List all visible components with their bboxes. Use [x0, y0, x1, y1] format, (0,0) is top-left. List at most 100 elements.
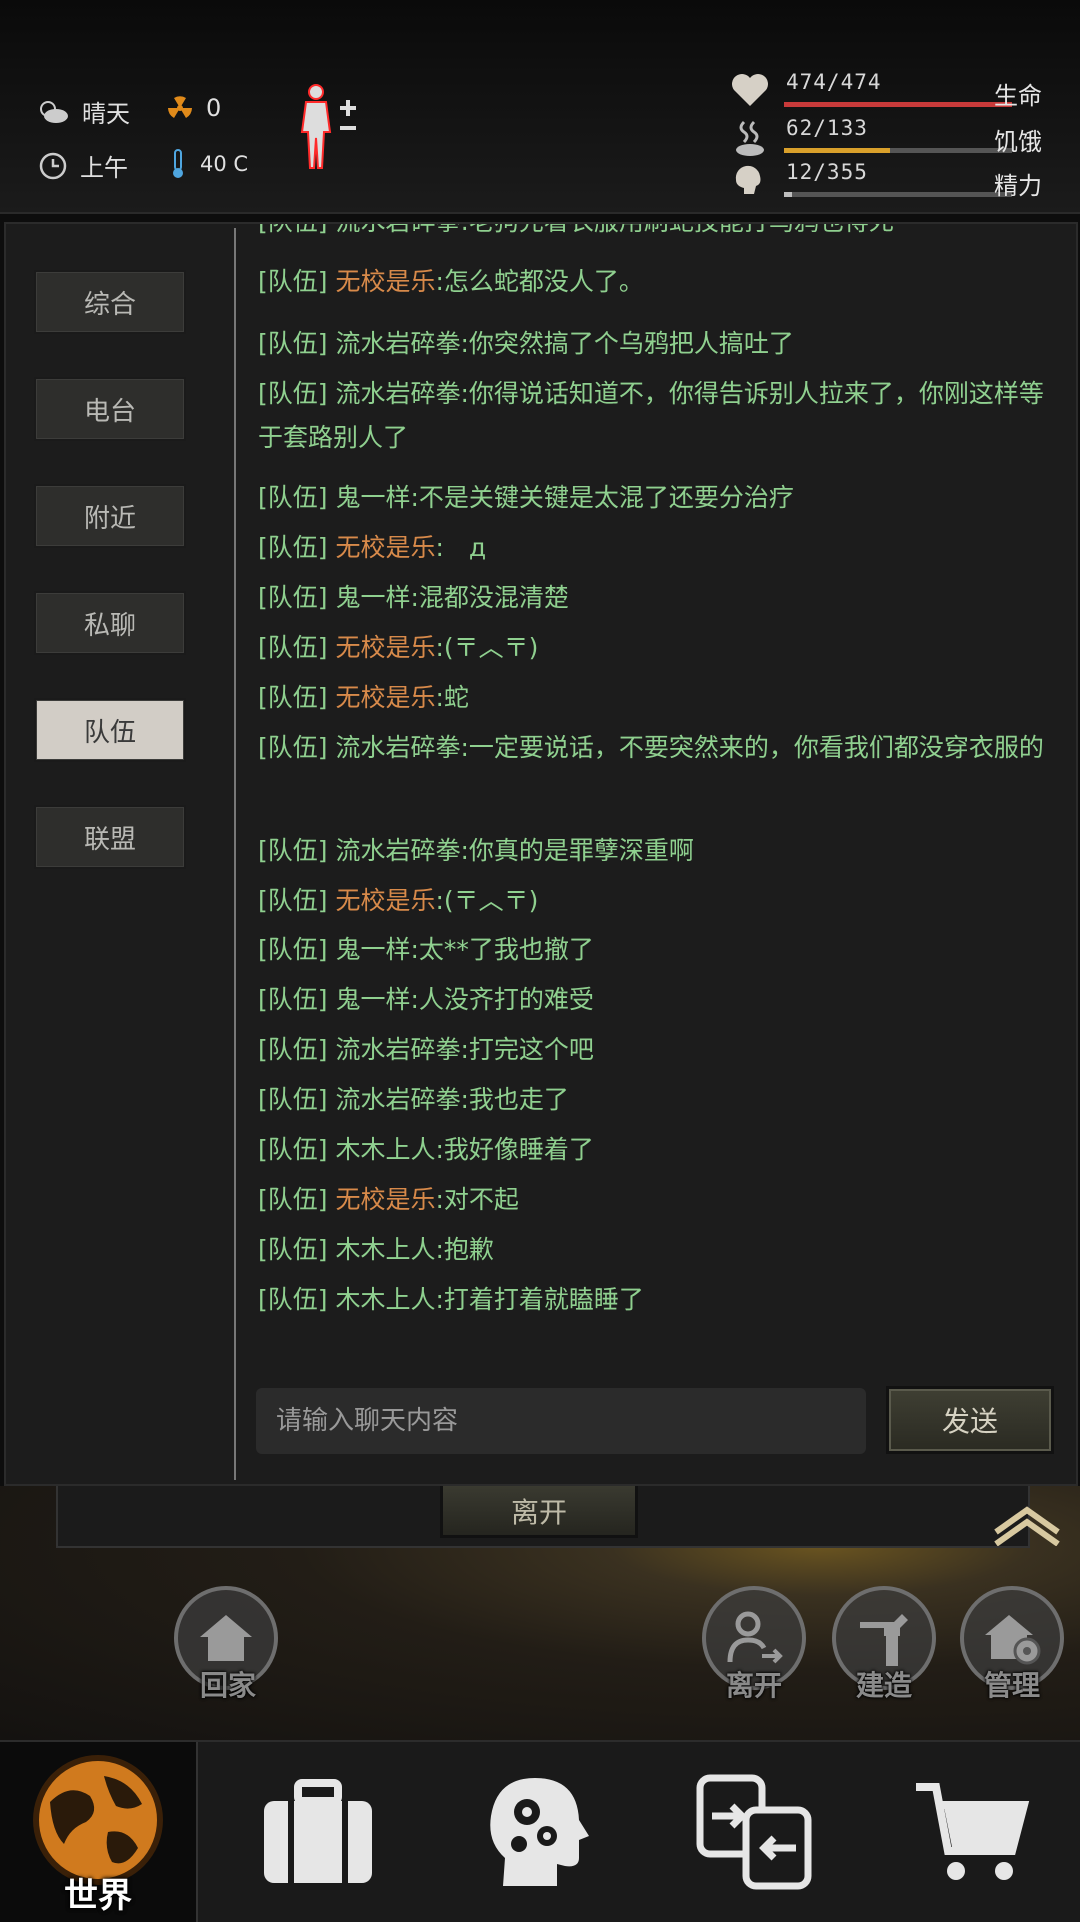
channel-tab-alliance[interactable]: 联盟 — [34, 805, 186, 869]
message-text: :混都没混清楚 — [410, 583, 569, 613]
chat-message: [队伍] 鬼一样:不是关键关键是太混了还要分治疗 — [258, 476, 1058, 520]
message-text: :我好像睡着了 — [435, 1135, 594, 1165]
cart-icon — [916, 1783, 1030, 1880]
health-fill — [784, 102, 1012, 107]
message-channel: [队伍] — [258, 733, 328, 763]
brain-icon — [735, 165, 761, 194]
message-sender[interactable]: 流水岩碎拳 — [335, 329, 460, 358]
radiation-status: 0 — [166, 94, 221, 122]
chat-message: [队伍] 流水岩碎拳:你真的是罪孽深重啊 — [258, 829, 1058, 873]
message-sender[interactable]: 无校是乐 — [335, 533, 435, 562]
health-value: 474/474 — [786, 70, 882, 94]
message-text: :打着打着就瞌睡了 — [435, 1285, 644, 1315]
energy-bar: 12/355 精力 — [730, 160, 1070, 206]
chat-message: [队伍] 无校是乐: д — [258, 526, 1058, 570]
message-channel: [队伍] — [258, 835, 328, 865]
message-channel: [队伍] — [258, 633, 328, 663]
channel-tab-nearby[interactable]: 附近 — [34, 484, 186, 548]
panel-divider — [234, 228, 236, 1480]
channel-tab-radio[interactable]: 电台 — [34, 377, 186, 441]
energy-label: 精力 — [994, 172, 1042, 200]
message-sender[interactable]: 流水岩碎拳 — [335, 733, 460, 762]
chat-message: [队伍] 无校是乐:怎么蛇都没人了。 — [258, 260, 1058, 304]
nav-tab-world[interactable]: 世界 — [0, 1742, 198, 1922]
message-channel: [队伍] — [258, 583, 328, 613]
message-channel: [队伍] — [258, 1035, 328, 1065]
suitcase-icon — [264, 1779, 372, 1883]
message-channel: [队伍] — [258, 533, 328, 563]
message-sender[interactable]: 鬼一样 — [335, 583, 410, 612]
chat-message: [队伍] 流水岩碎拳:打完这个吧 — [258, 1028, 1058, 1072]
nav-tab-inventory[interactable] — [218, 1742, 418, 1922]
hunger-bar: 62/133 饥饿 — [730, 116, 1070, 162]
message-sender[interactable]: 无校是乐 — [335, 1185, 435, 1214]
bottom-nav: 世界 — [0, 1740, 1080, 1922]
channel-tab-team[interactable]: 队伍 — [34, 698, 186, 762]
message-channel: [队伍] — [258, 1285, 328, 1315]
scene-leave-button[interactable]: 离开 — [440, 1486, 638, 1538]
message-sender[interactable]: 无校是乐 — [335, 633, 435, 662]
message-channel: [队伍] — [258, 1235, 328, 1265]
message-sender[interactable]: 无校是乐 — [335, 267, 435, 296]
health-label: 生命 — [994, 82, 1042, 110]
message-text: :我也走了 — [460, 1085, 569, 1115]
nav-tab-shop[interactable] — [872, 1742, 1072, 1922]
message-sender[interactable]: 木木上人 — [335, 1285, 435, 1314]
clock-icon — [39, 152, 67, 179]
chat-input[interactable] — [256, 1388, 866, 1454]
hunger-value: 62/133 — [786, 116, 868, 140]
energy-fill — [784, 192, 792, 197]
message-channel: [队伍] — [258, 985, 328, 1015]
time-status: 上午 — [38, 148, 128, 183]
message-sender[interactable]: 流水岩碎拳 — [335, 836, 460, 865]
chat-message: [队伍] 鬼一样:太**了我也撤了 — [258, 928, 1058, 972]
message-text: :打完这个吧 — [460, 1035, 594, 1065]
hunger-fill — [784, 148, 891, 153]
message-sender[interactable]: 鬼一样 — [335, 483, 410, 512]
message-text: :你突然搞了个乌鸦把人搞吐了 — [460, 328, 794, 358]
body-status-icon[interactable] — [294, 82, 364, 172]
message-channel: [队伍] — [258, 935, 328, 965]
message-text: :怎么蛇都没人了。 — [435, 266, 644, 296]
message-sender[interactable]: 流水岩碎拳 — [335, 1085, 460, 1114]
chat-message: [队伍] 木木上人:打着打着就瞌睡了 — [258, 1278, 1058, 1322]
channel-tab-private[interactable]: 私聊 — [34, 591, 186, 655]
chat-message: [队伍] 流水岩碎拳:老狗先看衣服用刷蛇技能打乌鸦也得死 — [258, 224, 1058, 244]
channel-tab-general[interactable]: 综合 — [34, 270, 186, 334]
message-text: :抱歉 — [435, 1235, 494, 1265]
message-channel: [队伍] — [258, 483, 328, 513]
message-sender[interactable]: 流水岩碎拳 — [335, 379, 460, 408]
message-text: : д — [435, 533, 487, 563]
nav-tab-skills[interactable] — [436, 1742, 636, 1922]
chat-message: [队伍] 无校是乐:对不起 — [258, 1178, 1058, 1222]
home-gear-icon — [985, 1615, 1041, 1665]
message-sender[interactable]: 鬼一样 — [335, 935, 410, 964]
chat-message: [队伍] 无校是乐:蛇 — [258, 676, 1058, 720]
manage-button-label: 管理 — [983, 1669, 1040, 1702]
chat-message: [队伍] 流水岩碎拳:我也走了 — [258, 1078, 1058, 1122]
nav-tab-trade[interactable] — [654, 1742, 854, 1922]
message-text: :你真的是罪孽深重啊 — [460, 835, 694, 865]
message-sender[interactable]: 流水岩碎拳 — [335, 1035, 460, 1064]
message-text: :老狗先看衣服用刷蛇技能打乌鸦也得死 — [460, 224, 893, 236]
message-text: :人没齐打的难受 — [410, 985, 594, 1015]
message-sender[interactable]: 无校是乐 — [335, 886, 435, 915]
message-sender[interactable]: 鬼一样 — [335, 985, 410, 1014]
message-text: :一定要说话，不要突然来的，你看我们都没穿衣服的 — [460, 733, 1044, 763]
time-text: 上午 — [80, 154, 128, 182]
message-channel: [队伍] — [258, 266, 328, 296]
hammer-icon — [860, 1614, 908, 1666]
message-sender[interactable]: 流水岩碎拳 — [335, 224, 460, 236]
thermometer-icon — [173, 149, 183, 178]
send-button[interactable]: 发送 — [886, 1386, 1054, 1454]
message-channel: [队伍] — [258, 885, 328, 915]
message-sender[interactable]: 木木上人 — [335, 1135, 435, 1164]
health-bar: 474/474 生命 — [730, 70, 1070, 116]
message-sender[interactable]: 无校是乐 — [335, 683, 435, 712]
message-sender[interactable]: 木木上人 — [335, 1235, 435, 1264]
message-list: [队伍] 流水岩碎拳:老狗先看衣服用刷蛇技能打乌鸦也得死[队伍] 无校是乐:怎么… — [258, 224, 1058, 1358]
chevron-up-icon[interactable] — [992, 1502, 1062, 1546]
message-channel: [队伍] — [258, 1085, 328, 1115]
message-text: :蛇 — [435, 683, 469, 713]
chat-message: [队伍] 流水岩碎拳:你突然搞了个乌鸦把人搞吐了 — [258, 322, 1058, 366]
